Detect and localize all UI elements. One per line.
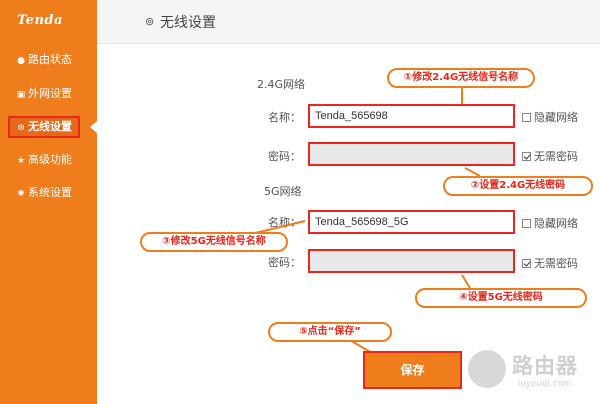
connector-step4 xyxy=(461,274,471,289)
hide-network-5g-checkbox[interactable] xyxy=(522,219,531,228)
annotation-step3: ③修改5G无线信号名称 xyxy=(140,232,288,252)
section-5g-label: 5G网络 xyxy=(264,185,302,198)
annotation-step2: ②设置2.4G无线密码 xyxy=(443,176,593,196)
sidebar-item-label: 路由状态 xyxy=(28,53,72,66)
name-5g-label: 名称： xyxy=(268,216,301,229)
sidebar-item-router-status[interactable]: ● 路由状态 xyxy=(0,49,97,71)
name-24g-label: 名称： xyxy=(268,111,301,124)
tenda-logo: Tenda xyxy=(17,13,63,28)
annotation-step5: ⑤点击“保存” xyxy=(268,322,392,342)
sidebar: Tenda ● 路由状态 ▣ 外网设置 ⊛ 无线设置 ★ 高级功能 ✹ 系统设置 xyxy=(0,0,97,404)
sidebar-item-label: 高级功能 xyxy=(28,153,72,166)
password-24g-input[interactable] xyxy=(308,142,515,166)
page-header: ⊚ 无线设置 xyxy=(97,0,600,44)
no-password-5g-label: 无需密码 xyxy=(534,257,578,270)
page-title: 无线设置 xyxy=(160,15,216,31)
active-indicator-arrow xyxy=(90,121,97,133)
annotation-step4: ④设置5G无线密码 xyxy=(415,288,587,308)
no-password-24g-label: 无需密码 xyxy=(534,150,578,163)
hide-network-24g-label: 隐藏网络 xyxy=(534,111,578,124)
dashboard-icon: ● xyxy=(17,56,25,66)
hide-network-5g[interactable]: 隐藏网络 xyxy=(522,215,578,231)
hide-network-5g-label: 隐藏网络 xyxy=(534,217,578,230)
wifi-icon: ⊛ xyxy=(17,123,25,133)
connector-step2 xyxy=(464,167,481,177)
sidebar-item-label: 无线设置 xyxy=(28,120,72,133)
no-password-5g-checkbox[interactable] xyxy=(522,259,531,268)
watermark-logo-icon xyxy=(468,350,506,388)
save-button[interactable]: 保存 xyxy=(363,351,462,389)
watermark: 路由器 luyouqi.com xyxy=(462,340,600,404)
sidebar-item-advanced[interactable]: ★ 高级功能 xyxy=(0,149,97,171)
annotation-step1: ①修改2.4G无线信号名称 xyxy=(387,68,535,88)
sidebar-item-wireless[interactable]: ⊛ 无线设置 xyxy=(8,116,80,138)
no-password-24g-checkbox[interactable] xyxy=(522,152,531,161)
ssid-24g-input[interactable]: Tenda_565698 xyxy=(308,104,515,128)
sidebar-item-label: 系统设置 xyxy=(28,186,72,199)
sidebar-item-system[interactable]: ✹ 系统设置 xyxy=(0,182,97,204)
gear-icon: ✹ xyxy=(17,189,25,199)
section-24g-label: 2.4G网络 xyxy=(257,78,306,91)
ssid-5g-input[interactable]: Tenda_565698_5G xyxy=(308,210,515,234)
star-icon: ★ xyxy=(16,156,26,166)
password-5g-label: 密码： xyxy=(268,256,301,269)
password-5g-input[interactable] xyxy=(308,249,515,273)
wifi-icon: ⊚ xyxy=(145,15,155,28)
sidebar-item-internet[interactable]: ▣ 外网设置 xyxy=(0,83,97,105)
password-24g-label: 密码： xyxy=(268,150,301,163)
no-password-5g[interactable]: 无需密码 xyxy=(522,255,578,271)
hide-network-24g[interactable]: 隐藏网络 xyxy=(522,109,578,125)
sidebar-item-label: 外网设置 xyxy=(28,87,72,100)
no-password-24g[interactable]: 无需密码 xyxy=(522,148,578,164)
internet-icon: ▣ xyxy=(16,90,26,100)
hide-network-24g-checkbox[interactable] xyxy=(522,113,531,122)
watermark-text: 路由器 xyxy=(512,354,578,378)
watermark-url: luyouqi.com xyxy=(518,378,572,388)
